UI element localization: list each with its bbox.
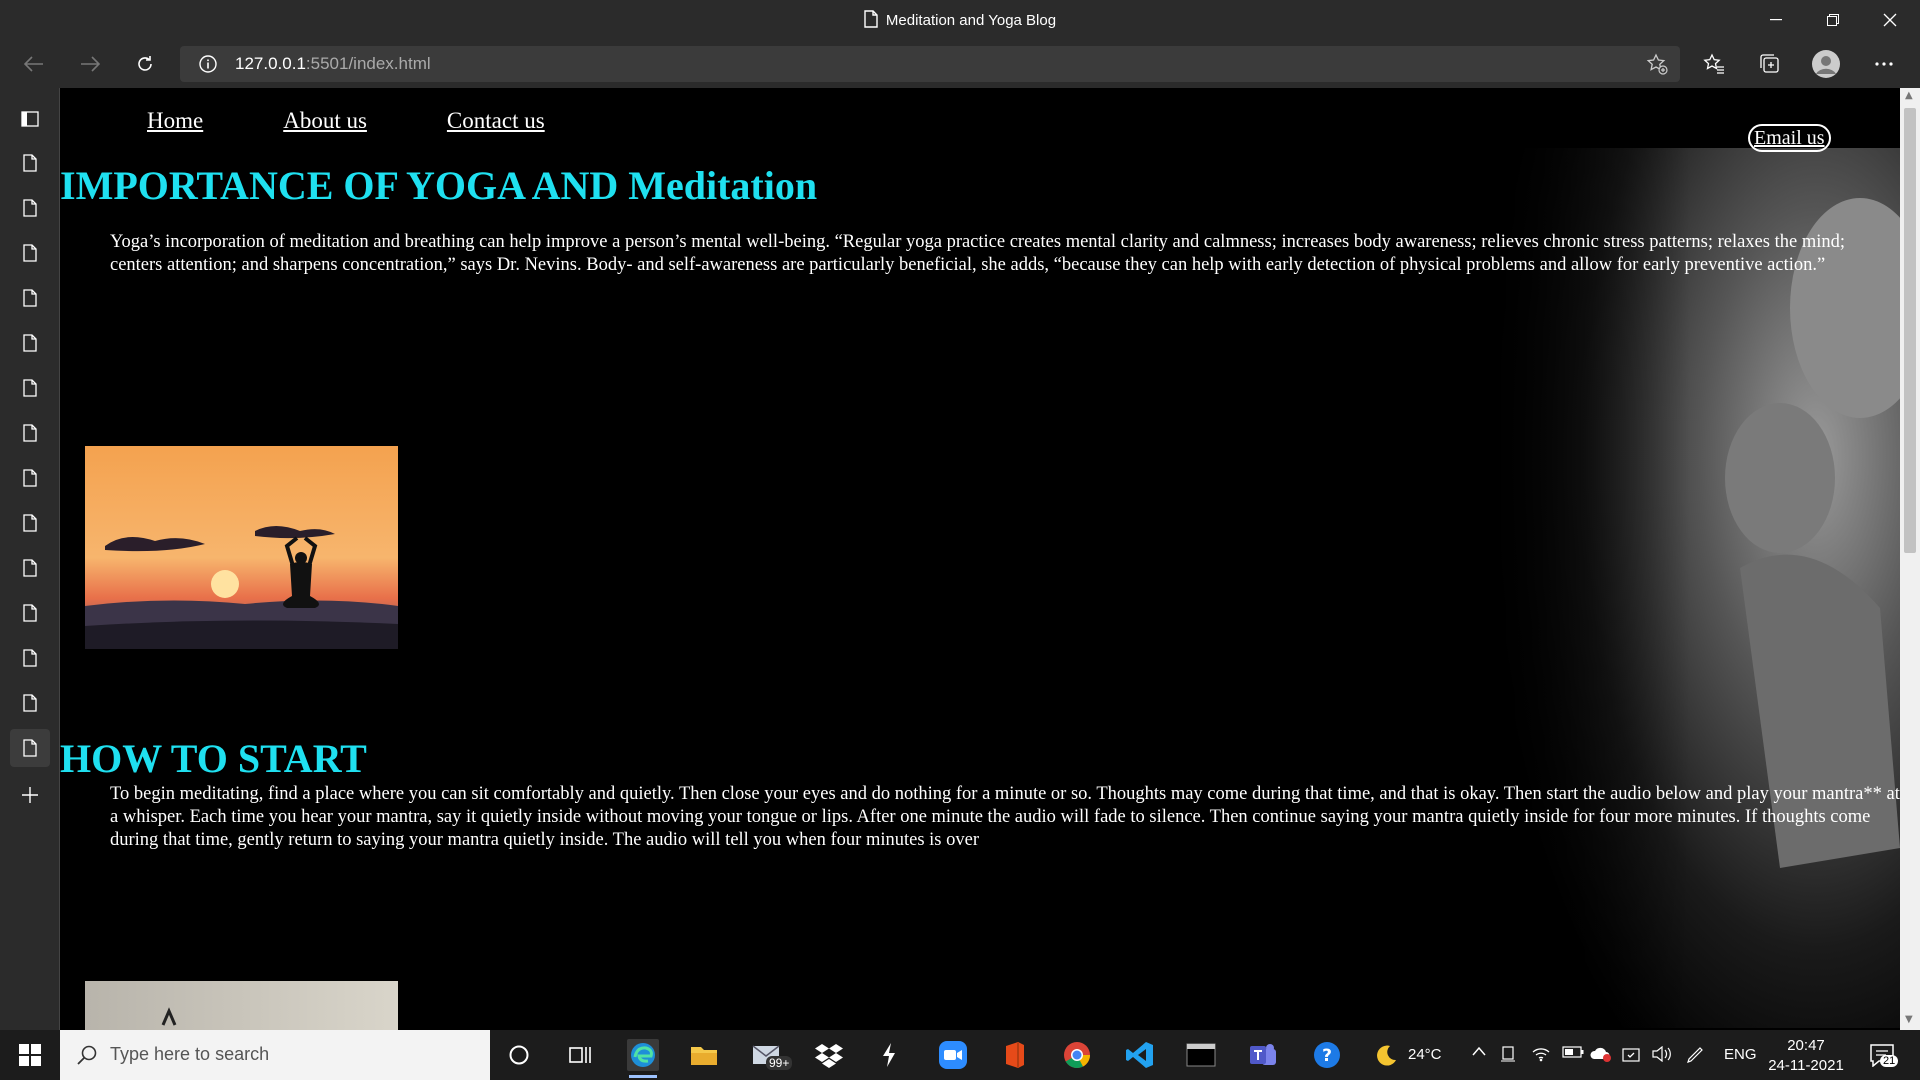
background-photo-man xyxy=(1480,148,1900,1028)
tab-page-icon[interactable] xyxy=(10,189,50,227)
title-bar: Meditation and Yoga Blog xyxy=(0,0,1920,40)
lightning-app-icon[interactable] xyxy=(873,1039,905,1071)
window-title-text: Meditation and Yoga Blog xyxy=(885,12,1057,29)
scrollbar-thumb[interactable] xyxy=(1904,108,1916,553)
tab-page-icon[interactable] xyxy=(10,279,50,317)
nav-about-link[interactable]: About us xyxy=(283,108,367,134)
teams-icon[interactable] xyxy=(1247,1039,1279,1071)
add-favorite-icon[interactable] xyxy=(1646,53,1668,75)
forward-button[interactable] xyxy=(72,46,108,82)
pen-icon[interactable] xyxy=(1686,1046,1704,1064)
system-clock[interactable]: 20:47 24-11-2021 xyxy=(1766,1036,1846,1076)
meditation-image-partial xyxy=(85,981,398,1030)
search-placeholder: Type here to search xyxy=(110,1044,270,1064)
tab-page-icon[interactable] xyxy=(10,594,50,632)
url-host: 127.0.0.1 xyxy=(235,54,306,73)
favorites-icon[interactable] xyxy=(1696,46,1732,82)
windows-taskbar: Type here to search 99+ ? 24°C ENG 20:47… xyxy=(0,1030,1920,1080)
zoom-icon[interactable] xyxy=(937,1039,969,1071)
back-button[interactable] xyxy=(16,46,52,82)
email-us-button[interactable]: Email us xyxy=(1748,124,1831,152)
wifi-icon[interactable] xyxy=(1532,1046,1550,1062)
office-icon[interactable] xyxy=(998,1039,1030,1071)
weather-moon-icon xyxy=(1370,1039,1402,1071)
edge-browser-icon[interactable] xyxy=(627,1039,659,1078)
collections-icon[interactable] xyxy=(1752,46,1788,82)
tab-page-icon[interactable] xyxy=(10,684,50,722)
chrome-icon[interactable] xyxy=(1061,1039,1093,1071)
file-explorer-icon[interactable] xyxy=(688,1039,720,1071)
weather-temperature[interactable]: 24°C xyxy=(1408,1046,1442,1063)
tab-page-icon[interactable] xyxy=(10,549,50,587)
sunset-yoga-image xyxy=(85,446,398,649)
windows-start-icon[interactable] xyxy=(14,1039,46,1071)
page-scrollbar[interactable]: ▲ ▼ xyxy=(1900,88,1920,1030)
mail-badge: 99+ xyxy=(766,1056,793,1070)
nav-home-link[interactable]: Home xyxy=(147,108,203,134)
intro-paragraph: Yoga’s incorporation of meditation and b… xyxy=(110,232,1845,275)
taskbar-search-box[interactable]: Type here to search xyxy=(60,1030,490,1080)
restore-button[interactable] xyxy=(1805,0,1861,40)
minimize-button[interactable] xyxy=(1748,0,1804,40)
browser-toolbar: 127.0.0.1:5501/index.html xyxy=(0,40,1920,88)
close-button[interactable] xyxy=(1862,0,1918,40)
web-page: Home About us Contact us Email us IMPORT… xyxy=(60,88,1900,1030)
volume-icon[interactable] xyxy=(1652,1046,1672,1062)
clock-time: 20:47 xyxy=(1787,1037,1825,1054)
page-icon xyxy=(864,10,878,28)
task-view-icon[interactable] xyxy=(564,1039,596,1071)
vscode-icon[interactable] xyxy=(1124,1039,1156,1071)
window-title: Meditation and Yoga Blog xyxy=(0,10,1920,29)
language-indicator[interactable]: ENG xyxy=(1724,1046,1757,1063)
more-options-icon[interactable] xyxy=(1866,46,1902,82)
section-heading-how-to-start: HOW TO START xyxy=(60,736,367,781)
tab-page-icon[interactable] xyxy=(10,639,50,677)
device-icon[interactable] xyxy=(1500,1046,1516,1062)
active-app-indicator xyxy=(629,1075,657,1078)
help-icon[interactable]: ? xyxy=(1311,1039,1343,1071)
tab-page-icon[interactable] xyxy=(10,414,50,452)
page-heading: IMPORTANCE OF YOGA AND Meditation xyxy=(60,163,818,208)
vertical-tabs-sidebar xyxy=(0,88,60,1030)
how-to-start-paragraph: To begin meditating, find a place where … xyxy=(110,784,1900,850)
tab-page-icon[interactable] xyxy=(10,369,50,407)
profile-avatar[interactable] xyxy=(1808,46,1844,82)
tab-page-icon[interactable] xyxy=(10,324,50,362)
clock-date: 24-11-2021 xyxy=(1768,1057,1844,1074)
tab-page-icon[interactable] xyxy=(10,234,50,272)
show-hidden-icons-chevron-icon[interactable] xyxy=(1472,1046,1486,1056)
security-icon[interactable] xyxy=(1622,1046,1640,1064)
address-bar[interactable]: 127.0.0.1:5501/index.html xyxy=(180,46,1680,82)
dropbox-icon[interactable] xyxy=(813,1039,845,1071)
scroll-up-arrow-icon[interactable]: ▲ xyxy=(1905,90,1913,101)
cortana-icon[interactable] xyxy=(503,1039,535,1071)
tab-actions-icon[interactable] xyxy=(10,100,50,138)
refresh-button[interactable] xyxy=(127,46,163,82)
tab-page-icon[interactable] xyxy=(10,144,50,182)
site-nav: Home About us Contact us xyxy=(147,108,545,134)
tab-page-icon[interactable] xyxy=(10,504,50,542)
tab-page-icon-active[interactable] xyxy=(10,729,50,767)
nav-contact-link[interactable]: Contact us xyxy=(447,108,545,134)
url-text[interactable]: 127.0.0.1:5501/index.html xyxy=(235,54,431,74)
mail-icon[interactable]: 99+ xyxy=(750,1039,793,1071)
notifications-icon[interactable]: 21 xyxy=(1866,1039,1899,1071)
tab-page-icon[interactable] xyxy=(10,459,50,497)
notification-count: 21 xyxy=(1880,1055,1899,1067)
new-tab-plus-icon[interactable] xyxy=(10,776,50,814)
terminal-icon[interactable] xyxy=(1185,1039,1217,1071)
onedrive-error-icon[interactable] xyxy=(1590,1046,1612,1062)
info-icon[interactable] xyxy=(198,54,218,74)
scroll-down-arrow-icon[interactable]: ▼ xyxy=(1905,1014,1913,1025)
search-icon xyxy=(76,1044,98,1066)
svg-text:?: ? xyxy=(1322,1046,1332,1066)
url-path: :5501/index.html xyxy=(305,54,431,73)
battery-icon[interactable] xyxy=(1562,1046,1584,1058)
